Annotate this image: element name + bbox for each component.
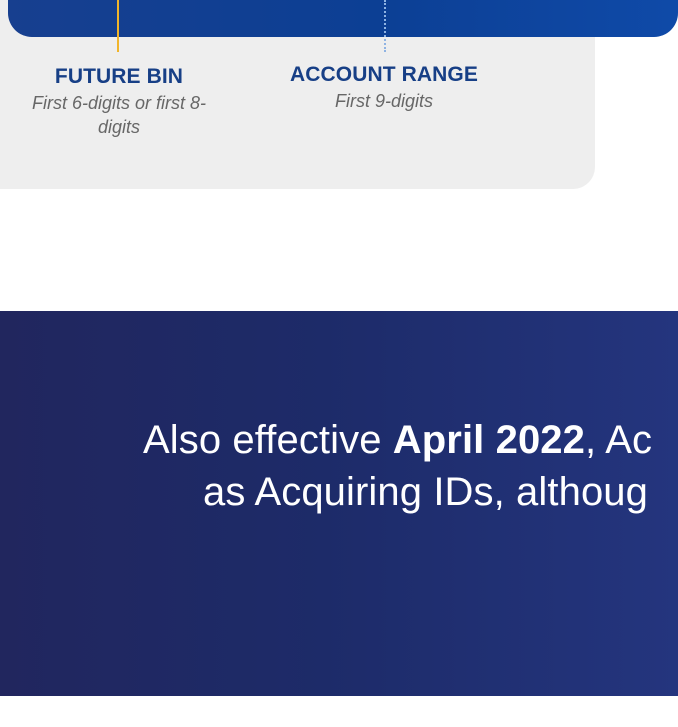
future-bin-indicator-line: [117, 0, 119, 52]
announcement-prefix: Also effective: [143, 418, 393, 462]
screenshot-canvas: FUTURE BIN First 6-digits or first 8-dig…: [0, 0, 678, 727]
announcement-text: Also effective April 2022, Ac as Acquiri…: [143, 414, 678, 514]
future-bin-label: FUTURE BIN First 6-digits or first 8-dig…: [26, 63, 212, 139]
announcement-banner: Also effective April 2022, Ac as Acquiri…: [0, 311, 678, 696]
account-range-label: ACCOUNT RANGE First 9-digits: [266, 61, 502, 113]
account-range-title: ACCOUNT RANGE: [290, 63, 478, 86]
future-bin-subtitle: First 6-digits or first 8-digits: [31, 93, 207, 137]
announcement-second-line: as Acquiring IDs, althoug: [203, 470, 648, 514]
announcement-date: April 2022: [392, 418, 585, 462]
future-bin-title: FUTURE BIN: [54, 65, 184, 88]
announcement-continuation: , Ac: [585, 418, 653, 462]
card-number-bar: [8, 0, 678, 37]
account-range-subtitle: First 9-digits: [334, 91, 433, 111]
account-range-indicator-line: [384, 0, 386, 52]
